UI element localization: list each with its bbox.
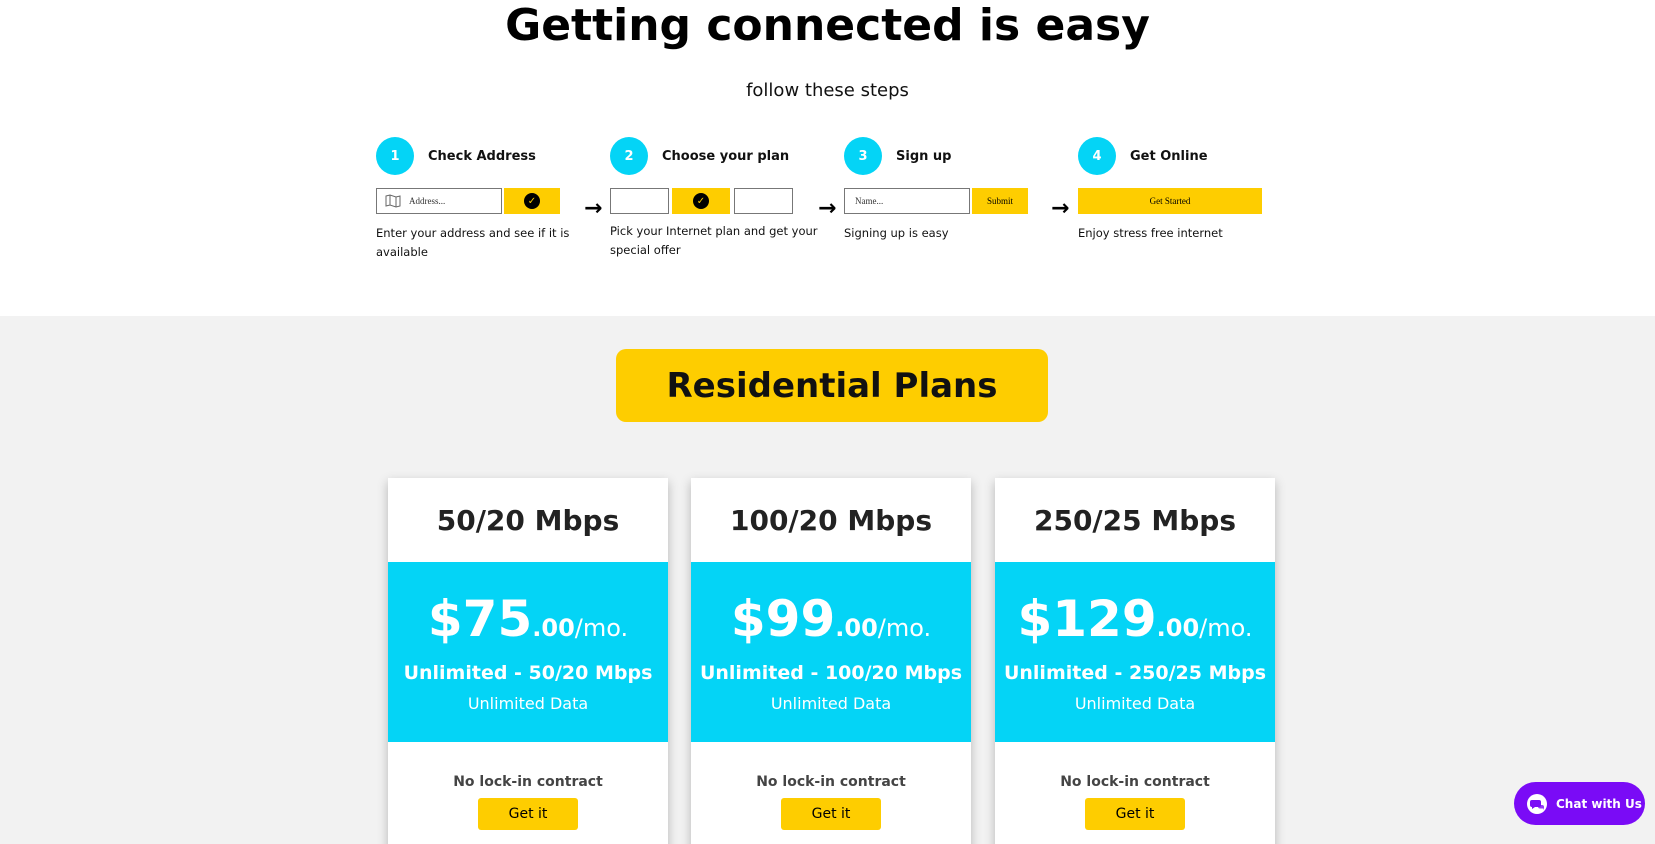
plan-speed: 100/20 Mbps xyxy=(729,503,932,537)
price-period: /mo. xyxy=(877,614,932,642)
price-cents: .00 xyxy=(835,614,878,642)
plan-card: 100/20 Mbps $99.00/mo. Unlimited - 100/2… xyxy=(691,478,971,844)
hero-section: Getting connected is easy follow these s… xyxy=(0,0,1655,316)
plan-price-panel: $75.00/mo. Unlimited - 50/20 Mbps Unlimi… xyxy=(388,562,668,742)
plan-card: 250/25 Mbps $129.00/mo. Unlimited - 250/… xyxy=(995,478,1275,844)
step-title: Check Address xyxy=(428,148,536,164)
choose-plan-button[interactable]: ✓ xyxy=(672,188,730,214)
map-icon xyxy=(385,194,401,208)
plan-price: $75.00/mo. xyxy=(388,562,668,654)
step-description: Enter your address and see if it is avai… xyxy=(376,226,570,259)
check-icon: ✓ xyxy=(693,193,709,209)
name-placeholder: Name... xyxy=(855,196,884,206)
step-description: Enjoy stress free internet xyxy=(1078,226,1223,240)
plans-title: Residential Plans xyxy=(616,349,1048,422)
plan-input[interactable] xyxy=(610,188,669,214)
offer-input[interactable] xyxy=(734,188,793,214)
plan-data: Unlimited Data xyxy=(467,694,589,713)
chat-label: Chat with Us xyxy=(1556,796,1642,811)
get-it-button[interactable]: Get it xyxy=(478,798,578,830)
hero-subtitle: follow these steps xyxy=(746,80,909,101)
price-main: $75 xyxy=(427,590,533,648)
step-2: 2 Choose your plan ✓ Pick your Internet … xyxy=(610,136,835,260)
plan-card: 50/20 Mbps $75.00/mo. Unlimited - 50/20 … xyxy=(388,478,668,844)
plan-price: $129.00/mo. xyxy=(995,562,1275,654)
chat-button[interactable]: Chat with Us xyxy=(1514,782,1645,825)
step-title: Sign up xyxy=(896,148,952,164)
price-period: /mo. xyxy=(574,614,629,642)
plans-section: Residential Plans 50/20 Mbps $75.00/mo. … xyxy=(0,316,1655,844)
step-description: Signing up is easy xyxy=(844,226,949,240)
chat-bubbles-icon xyxy=(1527,793,1547,814)
arrow-right-icon: → xyxy=(818,196,837,221)
plan-speed: 50/20 Mbps xyxy=(436,503,620,537)
plan-name: Unlimited - 250/25 Mbps xyxy=(1003,662,1267,684)
address-input[interactable]: Address... xyxy=(376,188,502,214)
step-title: Get Online xyxy=(1130,148,1208,164)
contract-note: No lock-in contract xyxy=(1060,774,1210,790)
plan-price-panel: $99.00/mo. Unlimited - 100/20 Mbps Unlim… xyxy=(691,562,971,742)
step-title: Choose your plan xyxy=(662,148,790,164)
check-icon: ✓ xyxy=(524,193,540,209)
name-input[interactable]: Name... xyxy=(844,188,970,214)
step-number: 4 xyxy=(1078,137,1116,175)
plan-name: Unlimited - 50/20 Mbps xyxy=(403,662,653,684)
price-period: /mo. xyxy=(1199,614,1253,642)
plan-price: $99.00/mo. xyxy=(691,562,971,654)
contract-note: No lock-in contract xyxy=(756,774,906,790)
price-main: $129 xyxy=(1017,590,1157,648)
step-number: 1 xyxy=(376,137,414,175)
price-cents: .00 xyxy=(532,614,575,642)
plan-data: Unlimited Data xyxy=(770,694,892,713)
step-3: 3 Sign up Name... Submit Signing up is e… xyxy=(844,136,1069,243)
step-number: 2 xyxy=(610,137,648,175)
step-4: 4 Get Online Get Started Enjoy stress fr… xyxy=(1078,136,1303,243)
step-1: 1 Check Address Address... ✓ Enter your … xyxy=(376,136,601,262)
step-description: Pick your Internet plan and get your spe… xyxy=(610,224,818,257)
plan-price-panel: $129.00/mo. Unlimited - 250/25 Mbps Unli… xyxy=(995,562,1275,742)
plan-data: Unlimited Data xyxy=(1074,694,1196,713)
step-number: 3 xyxy=(844,137,882,175)
price-cents: .00 xyxy=(1156,614,1200,642)
price-main: $99 xyxy=(730,590,836,648)
get-it-button[interactable]: Get it xyxy=(1085,798,1185,830)
plan-name: Unlimited - 100/20 Mbps xyxy=(699,662,963,684)
contract-note: No lock-in contract xyxy=(453,774,603,790)
get-started-button[interactable]: Get Started xyxy=(1078,188,1262,214)
plan-speed: 250/25 Mbps xyxy=(1033,503,1236,537)
arrow-right-icon: → xyxy=(584,196,603,221)
arrow-right-icon: → xyxy=(1051,196,1070,221)
get-it-button[interactable]: Get it xyxy=(781,798,881,830)
hero-title: Getting connected is easy xyxy=(505,0,1150,51)
submit-button[interactable]: Submit xyxy=(972,188,1028,214)
address-placeholder: Address... xyxy=(409,196,446,206)
check-address-button[interactable]: ✓ xyxy=(504,188,560,214)
